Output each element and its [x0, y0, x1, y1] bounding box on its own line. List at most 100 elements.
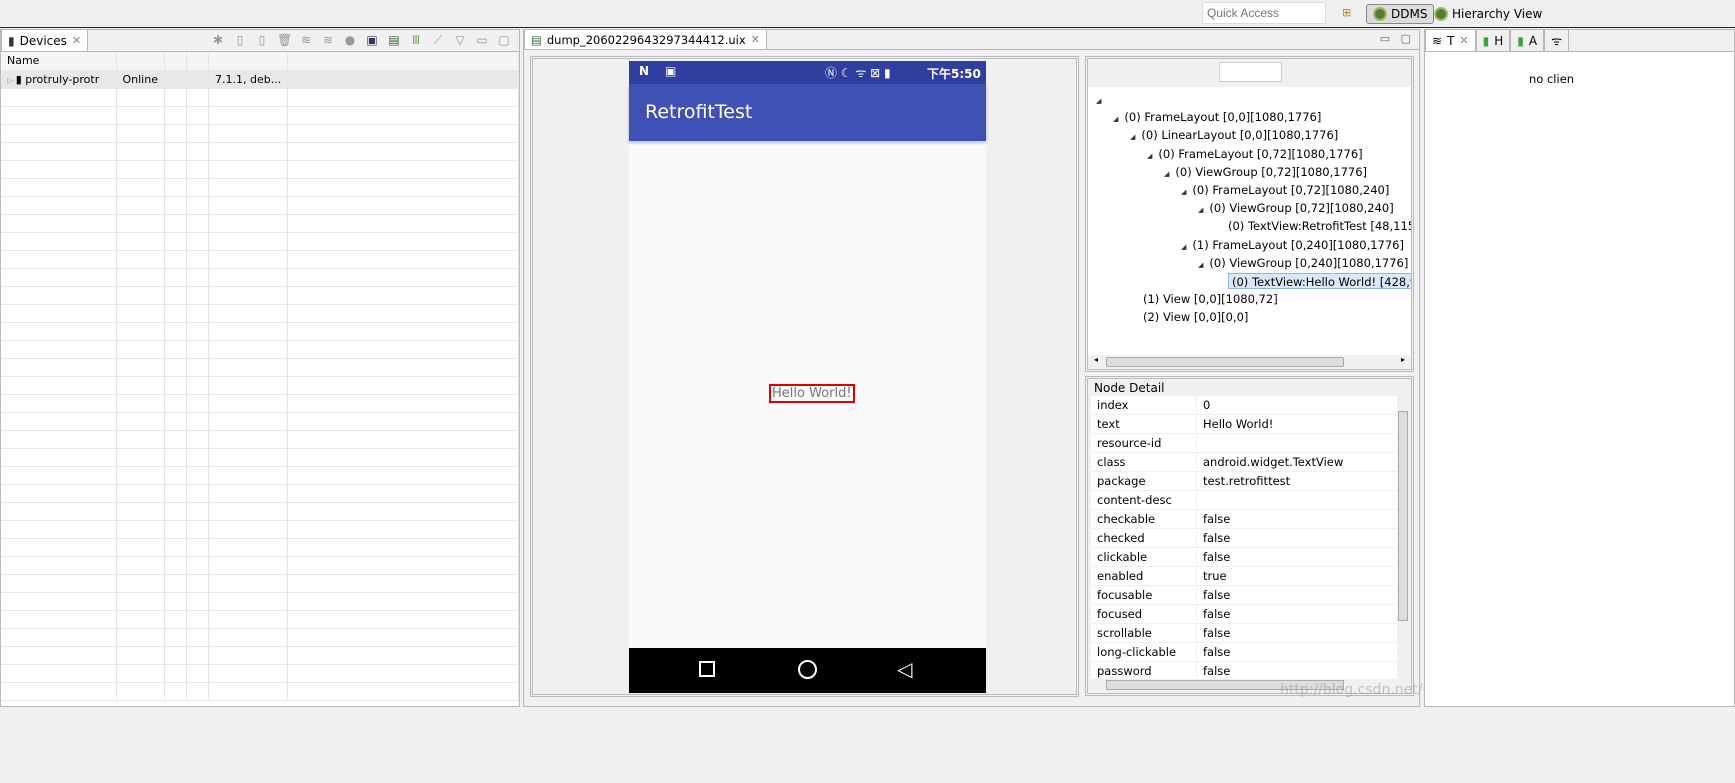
tree-node[interactable]: (1) View [0,0][1080,72]	[1143, 291, 1278, 307]
property-name: package	[1090, 471, 1197, 491]
tree-node[interactable]: ◢ (0) ViewGroup [0,72][1080,1776]	[1164, 164, 1367, 180]
expand-triangle-icon[interactable]: ◢	[1181, 188, 1186, 196]
tree-node[interactable]: ◢ (0) FrameLayout [0,72][1080,1776]	[1147, 146, 1363, 162]
property-name: content-desc	[1090, 490, 1197, 510]
column-header[interactable]	[208, 52, 289, 71]
screen-capture-icon[interactable]: ▣	[365, 33, 379, 47]
expand-icon[interactable]: ▷	[7, 76, 16, 85]
scrollbar-thumb[interactable]	[1106, 357, 1344, 367]
perspective-label: DDMS	[1391, 7, 1428, 21]
tree-node[interactable]: ◢ (0) FrameLayout [0,72][1080,240]	[1181, 182, 1389, 198]
tab-devices[interactable]: ▮ Devices ✕	[1, 29, 89, 51]
method-profiling-icon[interactable]: ≋	[321, 33, 335, 47]
property-value: test.retrofittest	[1196, 471, 1398, 491]
property-row[interactable]: clickable false	[1090, 547, 1398, 567]
device-screen[interactable]: N ▣ Ⓝ ☾ ᯤ ⊠ ▮ 下午5:50 RetrofitTest Hello …	[629, 61, 986, 693]
hello-world-text-selected[interactable]: Hello World!	[769, 384, 855, 403]
column-header-name[interactable]: Name	[1, 52, 117, 71]
dump-view-hierarchy-icon[interactable]: ▤	[387, 33, 401, 47]
tab-network[interactable]: ᯤ	[1544, 29, 1570, 51]
minimize-icon[interactable]: ▭	[1380, 32, 1390, 45]
property-row[interactable]: scrollable false	[1090, 623, 1398, 643]
property-row[interactable]: checkable false	[1090, 509, 1398, 529]
property-row[interactable]: checked false	[1090, 528, 1398, 548]
perspective-hierarchy-view[interactable]: Hierarchy View	[1428, 4, 1548, 24]
gc-icon[interactable]: 🗑	[277, 33, 292, 47]
tab-dump[interactable]: ▤ dump_2060229643297344412.uix ✕	[524, 29, 767, 49]
systrace-icon[interactable]: Ⅲ	[409, 33, 423, 47]
tree-node[interactable]: ◢ (0) FrameLayout [0,0][1080,1776]	[1113, 109, 1321, 125]
tab-label: T	[1447, 33, 1455, 48]
stop-icon[interactable]: ●	[343, 33, 357, 47]
expand-triangle-icon[interactable]: ◢	[1130, 133, 1135, 141]
back-icon[interactable]: ◁	[897, 657, 912, 681]
tree-search-input[interactable]	[1219, 62, 1282, 82]
close-icon[interactable]: ✕	[751, 33, 760, 46]
property-value	[1196, 490, 1398, 510]
empty-row	[1, 178, 519, 197]
tree-node[interactable]: ◢ (1) FrameLayout [0,240][1080,1776]	[1181, 237, 1404, 253]
property-row[interactable]: package test.retrofittest	[1090, 471, 1398, 491]
tree-node[interactable]: (2) View [0,0][0,0]	[1143, 309, 1248, 325]
maximize-icon[interactable]: ▢	[497, 33, 511, 47]
property-row[interactable]: index 0	[1090, 395, 1398, 415]
scroll-left-icon[interactable]: ◂	[1094, 355, 1098, 364]
expand-triangle-icon[interactable]: ◢	[1198, 206, 1203, 214]
property-row[interactable]: content-desc	[1090, 490, 1398, 510]
tab-threads[interactable]: ≋ T ✕	[1425, 29, 1476, 51]
tree-node[interactable]: ◢ (0) ViewGroup [0,240][1080,1776]	[1198, 255, 1408, 271]
horizontal-scrollbar[interactable]: ◂ ▸	[1090, 355, 1409, 369]
property-row[interactable]: password false	[1090, 661, 1398, 681]
expand-triangle-icon[interactable]: ◢	[1181, 243, 1186, 251]
close-icon[interactable]: ✕	[1459, 34, 1468, 47]
expand-triangle-icon[interactable]: ◢	[1198, 261, 1203, 269]
property-name: focusable	[1090, 585, 1197, 605]
tree-node[interactable]: (0) TextView:RetrofitTest [48,115][	[1228, 218, 1411, 234]
expand-triangle-icon[interactable]: ◢	[1113, 115, 1118, 123]
property-row[interactable]: class android.widget.TextView	[1090, 452, 1398, 472]
property-row[interactable]: resource-id	[1090, 433, 1398, 453]
update-threads-icon[interactable]: ≋	[299, 33, 313, 47]
tree-node[interactable]: ◢ (0) ViewGroup [0,72][1080,240]	[1198, 200, 1394, 216]
close-icon[interactable]: ✕	[72, 34, 81, 47]
tree-node[interactable]: (0) TextView:Hello World! [428,980	[1228, 273, 1411, 289]
tab-heap[interactable]: ▮ H	[1475, 29, 1511, 51]
empty-row	[1, 124, 519, 143]
property-row[interactable]: long-clickable false	[1090, 642, 1398, 662]
open-perspective-icon[interactable]: ⊞	[1342, 6, 1351, 19]
column-header[interactable]	[116, 52, 165, 71]
property-row[interactable]: focused false	[1090, 604, 1398, 624]
minimize-icon[interactable]: ▭	[475, 33, 489, 47]
tree-node-label: (1) FrameLayout [0,240][1080,1776]	[1192, 237, 1404, 252]
tree-node[interactable]: ◢	[1096, 91, 1107, 107]
window-controls: ▭ ▢	[767, 32, 1419, 49]
dump-hprof-icon[interactable]: ▯	[255, 33, 269, 47]
debug-icon[interactable]: ✱	[211, 33, 225, 47]
tree-node-label: (0) TextView:RetrofitTest [48,115][	[1228, 219, 1411, 234]
expand-triangle-icon[interactable]: ◢	[1147, 152, 1152, 160]
tab-allocation[interactable]: ▮ A	[1510, 29, 1545, 51]
column-header[interactable]	[164, 52, 187, 71]
table-row[interactable]: ▷ ▮ protruly-protr Online 7.1.1, deb...	[1, 70, 519, 89]
property-row[interactable]: focusable false	[1090, 585, 1398, 605]
quick-access-input[interactable]	[1202, 2, 1326, 24]
scrollbar-thumb[interactable]	[1398, 411, 1408, 621]
maximize-icon[interactable]: ▢	[1401, 32, 1411, 45]
home-icon[interactable]	[798, 660, 817, 679]
column-header[interactable]	[186, 52, 209, 71]
scroll-right-icon[interactable]: ▸	[1401, 355, 1405, 364]
tree-node[interactable]: ◢ (0) LinearLayout [0,0][1080,1776]	[1130, 127, 1338, 143]
property-row[interactable]: enabled true	[1090, 566, 1398, 586]
column-header[interactable]	[287, 52, 519, 71]
recents-icon[interactable]	[699, 661, 715, 677]
property-row[interactable]: text Hello World!	[1090, 414, 1398, 434]
expand-triangle-icon[interactable]: ◢	[1164, 170, 1169, 178]
property-name: scrollable	[1090, 623, 1197, 643]
expand-triangle-icon[interactable]: ◢	[1096, 97, 1101, 105]
vertical-scrollbar[interactable]	[1397, 395, 1409, 677]
update-heap-icon[interactable]: ▯	[233, 33, 247, 47]
perspective-ddms[interactable]: DDMS	[1366, 4, 1435, 24]
opengl-trace-icon[interactable]: ⟋	[431, 33, 445, 47]
right-panel: ≋ T ✕ ▮ H ▮ A ᯤ no clien	[1424, 29, 1735, 707]
view-menu-icon[interactable]: ▽	[453, 33, 467, 47]
